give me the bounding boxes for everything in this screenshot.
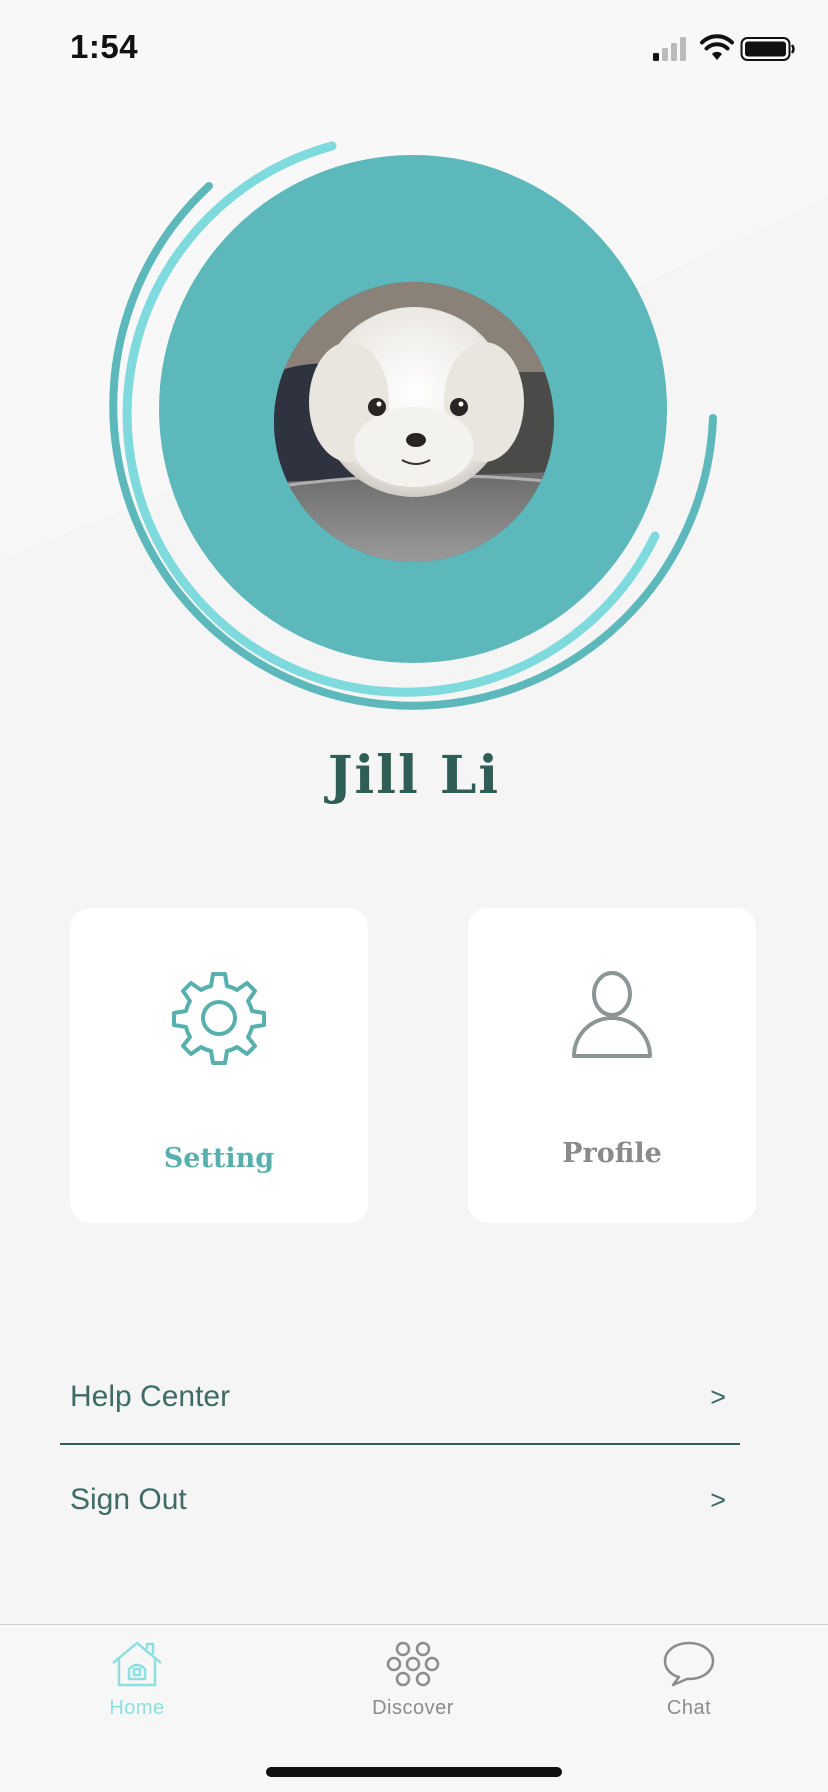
battery-icon [740,37,795,61]
home-indicator[interactable] [266,1767,562,1777]
tab-home-label: Home [109,1697,165,1719]
person-icon [572,971,652,1058]
sign-out-label: Sign Out [70,1483,187,1516]
avatar-area [0,100,828,740]
wifi-icon [700,34,734,60]
avatar-photo[interactable] [274,282,554,562]
help-center-label: Help Center [70,1380,231,1413]
discover-icon [386,1641,440,1687]
gear-icon [172,972,266,1065]
profile-label: Profile [562,1138,662,1169]
chevron-right-icon: > [710,1485,726,1515]
chevron-right-icon: > [710,1382,726,1412]
tab-chat-label: Chat [666,1697,712,1719]
status-bar: 1:54 [0,0,828,100]
tab-home[interactable]: Home [37,1625,237,1745]
profile-screen: 1:54 Jill Li Setting Profile Help Center… [0,0,828,1792]
help-center-row[interactable]: Help Center > [60,1350,740,1445]
tab-chat[interactable]: Chat [589,1625,789,1745]
tab-discover[interactable]: Discover [313,1625,513,1745]
user-name: Jill Li [327,745,501,806]
cellular-signal-icon [653,37,686,61]
home-icon [112,1641,162,1687]
profile-card[interactable]: Profile [468,908,756,1223]
chat-icon [663,1641,715,1687]
setting-card[interactable]: Setting [70,908,368,1223]
sign-out-row[interactable]: Sign Out > [60,1453,740,1553]
setting-label: Setting [163,1143,275,1174]
dog-photo-icon [274,282,554,562]
status-time: 1:54 [70,28,139,65]
tab-discover-label: Discover [372,1697,454,1719]
